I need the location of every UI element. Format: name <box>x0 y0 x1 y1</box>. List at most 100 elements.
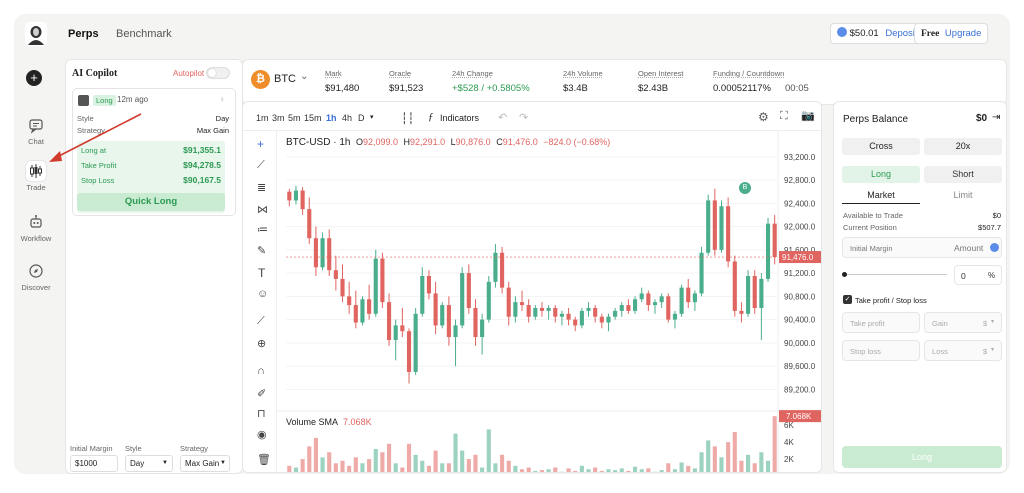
volume-tick-label: 4K <box>784 438 794 447</box>
plan-badge[interactable]: Free Upgrade <box>914 23 989 44</box>
volume-tick-label: 2K <box>784 455 794 464</box>
forecast-icon[interactable]: ≔ <box>257 223 268 236</box>
take-profit-input[interactable]: Take profit <box>842 312 920 333</box>
settings-icon[interactable]: ⚙ <box>758 110 769 124</box>
trash-icon[interactable]: 🗑 <box>257 453 271 466</box>
form-margin-input[interactable]: $1000 <box>70 455 118 472</box>
bar-type-icon[interactable]: ┆┆ <box>401 112 414 125</box>
fullscreen-icon[interactable]: ⛶ <box>780 110 788 123</box>
percent-input[interactable]: 0 % <box>954 265 1002 285</box>
interval-1h[interactable]: 1h <box>326 113 337 123</box>
nav-item-trade[interactable]: Trade <box>14 161 58 192</box>
long-tab[interactable]: Long <box>842 166 920 183</box>
stop-loss-input[interactable]: Stop loss <box>842 340 920 361</box>
redo-icon[interactable]: ↷ <box>519 111 528 124</box>
tab-perps[interactable]: Perps <box>68 28 99 40</box>
percent-slider[interactable] <box>842 274 947 275</box>
style-label: Style <box>77 114 94 123</box>
eye-icon[interactable]: ◉ <box>257 428 267 441</box>
candle-body <box>313 238 318 268</box>
deposit-link[interactable]: Deposit <box>885 28 917 39</box>
fib-icon[interactable]: ≣ <box>257 181 266 194</box>
drawing-toolbar: + ⟋ ≣ ⋈ ≔ ✎ T ☺ ⟋ ⊕ ∩ ✐ ⊓ ◉ 🗑 <box>243 131 277 472</box>
quick-long-button[interactable]: Quick Long <box>77 193 225 211</box>
candle-body <box>519 302 525 306</box>
autopilot-toggle[interactable] <box>206 67 230 79</box>
chevron-down-icon[interactable]: ▾ <box>370 113 374 121</box>
ticker-stat-value: $3.4B <box>563 83 588 94</box>
text-icon[interactable]: T <box>258 266 265 280</box>
take-profit-label: Take Profit <box>81 161 117 170</box>
candle-body <box>320 238 325 268</box>
candle-body <box>539 307 545 311</box>
robot-icon <box>30 215 42 228</box>
volume-bar <box>639 469 644 472</box>
candle-body <box>393 325 398 340</box>
app-logo[interactable] <box>25 22 47 46</box>
indicators-button[interactable]: Indicators <box>440 113 479 123</box>
export-icon[interactable]: ⇥ <box>992 112 1000 123</box>
camera-icon[interactable]: 📷 <box>801 109 815 122</box>
symbol-selector[interactable]: BTC <box>274 73 296 85</box>
lock-icon[interactable]: ⊓ <box>257 407 266 420</box>
candle-body <box>413 313 418 372</box>
volume-bar <box>480 467 485 472</box>
loss-unit[interactable]: $ <box>983 347 987 356</box>
form-strategy-select[interactable]: Max Gain ▼ <box>180 455 230 472</box>
gain-input[interactable]: Gain $ ▾ <box>924 312 1002 333</box>
zoom-in-icon[interactable]: ⊕ <box>257 337 266 350</box>
bulb-icon[interactable]: ♀ <box>219 95 225 104</box>
interval-4h[interactable]: 4h <box>342 113 352 123</box>
interval-D[interactable]: D <box>358 113 365 123</box>
nav-item-chat[interactable]: Chat <box>14 115 58 146</box>
tpsl-label: Take profit / Stop loss <box>855 296 927 305</box>
candle-body <box>340 278 345 297</box>
chevron-down-icon: ▾ <box>991 347 995 353</box>
volume-bar <box>380 452 385 472</box>
volume-bar <box>606 469 611 472</box>
upgrade-link[interactable]: Upgrade <box>945 28 981 39</box>
pencil-lock-icon[interactable]: ✐ <box>257 387 266 400</box>
brush-icon[interactable]: ✎ <box>257 244 266 257</box>
gain-unit[interactable]: $ <box>983 319 987 328</box>
initial-margin-input[interactable]: Initial Margin Amount <box>842 237 1002 258</box>
leverage-button[interactable]: 20x <box>924 138 1002 155</box>
interval-5m[interactable]: 5m <box>288 113 301 123</box>
market-tab[interactable]: Market <box>842 187 920 204</box>
volume-bar <box>706 440 711 472</box>
left-nav: + Chat Trade Workflow Discover <box>14 14 58 474</box>
interval-3m[interactable]: 3m <box>272 113 285 123</box>
submit-long-button[interactable]: Long <box>842 446 1002 468</box>
form-style-select[interactable]: Day ▼ <box>125 455 173 472</box>
volume-current-label: 7.068K <box>786 412 812 421</box>
pattern-icon[interactable]: ⋈ <box>257 203 268 216</box>
interval-1m[interactable]: 1m <box>256 113 269 123</box>
volume-bar <box>679 462 684 472</box>
tpsl-checkbox[interactable]: ✓ <box>843 295 852 304</box>
short-tab[interactable]: Short <box>924 166 1002 183</box>
percent-slider-handle[interactable] <box>842 272 847 277</box>
new-chat-button[interactable]: + <box>26 70 42 86</box>
candles-icon <box>26 161 46 181</box>
tab-benchmark[interactable]: Benchmark <box>116 28 172 40</box>
wallet-balance[interactable]: $50.01 Deposit <box>830 23 925 44</box>
chevron-down-icon[interactable]: ⌄ <box>300 71 308 82</box>
coin-unit-icon[interactable] <box>990 243 999 252</box>
undo-icon[interactable]: ↶ <box>498 111 507 124</box>
interval-15m[interactable]: 15m <box>304 113 322 123</box>
nav-item-discover[interactable]: Discover <box>14 261 58 292</box>
trendline-icon[interactable]: ⟋ <box>257 159 265 172</box>
magnet-icon[interactable]: ∩ <box>257 365 265 377</box>
crosshair-icon[interactable]: + <box>257 137 264 151</box>
candle-body <box>553 307 558 317</box>
candle-body <box>765 223 771 279</box>
margin-mode-button[interactable]: Cross <box>842 138 920 155</box>
candle-body <box>473 307 478 338</box>
nav-item-workflow[interactable]: Workflow <box>14 212 58 243</box>
ruler-icon[interactable]: ⟋ <box>257 315 265 328</box>
emoji-icon[interactable]: ☺ <box>257 288 268 300</box>
candle-body <box>759 278 764 308</box>
signal-marker-icon[interactable]: B <box>739 182 751 194</box>
limit-tab[interactable]: Limit <box>924 187 1002 204</box>
loss-input[interactable]: Loss $ ▾ <box>924 340 1002 361</box>
